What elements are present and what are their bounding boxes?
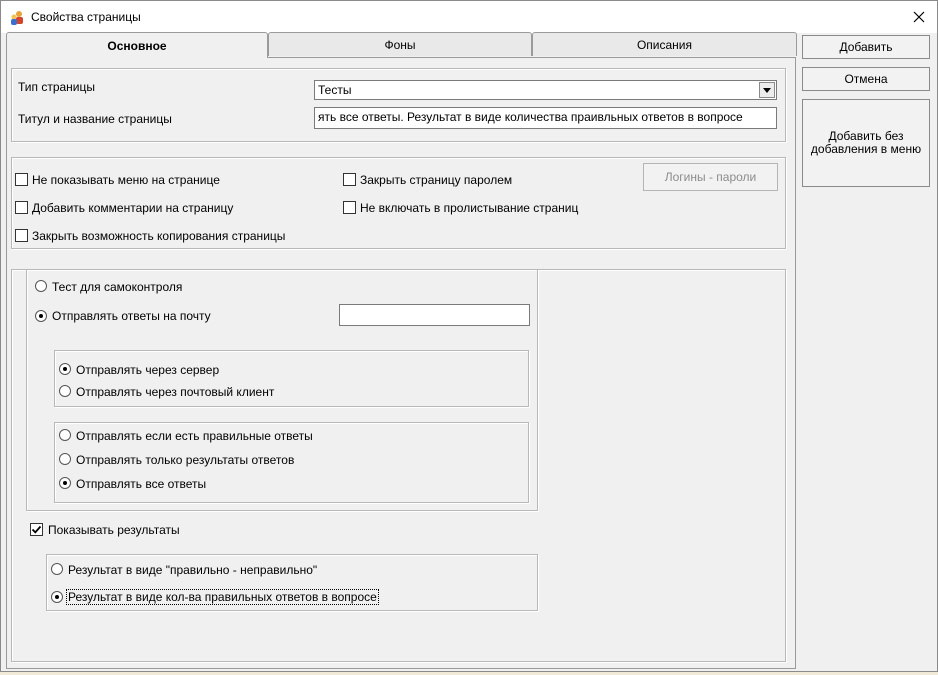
page-title-value: ять все ответы. Результат в виде количес… — [318, 110, 743, 124]
tab-main[interactable]: Основное — [6, 32, 268, 58]
send-via-mail-client-radio[interactable] — [59, 385, 71, 397]
page-title-label: Титул и название страницы — [18, 112, 172, 126]
send-email-label: Отправлять ответы на почту — [52, 309, 211, 323]
page-type-select[interactable]: Тесты — [314, 80, 777, 100]
tab-descriptions-label: Описания — [636, 37, 693, 52]
window-title: Свойства страницы — [31, 10, 141, 24]
disable-copy-label: Закрыть возможность копирования страницы — [32, 229, 286, 243]
tab-descriptions[interactable]: Описания — [532, 32, 797, 56]
cancel-button-label: Отмена — [844, 71, 888, 86]
add-comments-label: Добавить комментарии на страницу — [32, 201, 234, 215]
send-via-mail-client-label: Отправлять через почтовый клиент — [76, 385, 275, 399]
cancel-button[interactable]: Отмена — [802, 67, 930, 91]
exclude-paging-label: Не включать в пролистывание страниц — [360, 201, 579, 215]
send-results-only-label: Отправлять только результаты ответов — [76, 453, 295, 467]
tab-backgrounds-label: Фоны — [384, 37, 416, 52]
self-control-label: Тест для самоконтроля — [52, 280, 183, 294]
send-results-only-radio[interactable] — [59, 453, 71, 465]
send-via-server-label: Отправлять через сервер — [76, 363, 220, 377]
show-results-checkbox[interactable] — [30, 523, 43, 536]
tab-backgrounds[interactable]: Фоны — [268, 32, 532, 56]
send-if-correct-label: Отправлять если есть правильные ответы — [76, 429, 313, 443]
show-results-label: Показывать результаты — [48, 523, 180, 537]
chevron-down-icon[interactable] — [759, 82, 775, 98]
close-button[interactable] — [901, 1, 937, 33]
email-field[interactable] — [339, 304, 530, 326]
add-comments-checkbox[interactable] — [15, 201, 28, 214]
send-if-correct-radio[interactable] — [59, 429, 71, 441]
result-count-correct-radio[interactable] — [51, 591, 63, 603]
result-count-correct-label: Результат в виде кол-ва правильных ответ… — [66, 589, 379, 605]
dialog-window: Свойства страницы Основное Фоны Описания… — [0, 0, 938, 672]
logins-passwords-button[interactable]: Логины - пароли — [643, 163, 778, 191]
hide-menu-label: Не показывать меню на странице — [32, 173, 220, 187]
exclude-paging-checkbox[interactable] — [343, 201, 356, 214]
result-right-wrong-radio[interactable] — [51, 563, 63, 575]
page-type-value: Тесты — [318, 83, 352, 97]
result-right-wrong-label: Результат в виде "правильно - неправильн… — [68, 563, 318, 577]
send-all-answers-label: Отправлять все ответы — [76, 477, 207, 491]
self-control-radio[interactable] — [35, 280, 47, 292]
users-icon — [11, 11, 23, 25]
page-type-label: Тип страницы — [18, 80, 96, 94]
close-icon — [913, 11, 925, 23]
page-title-input[interactable]: ять все ответы. Результат в виде количес… — [314, 107, 777, 129]
password-protect-checkbox[interactable] — [343, 173, 356, 186]
add-without-menu-label: Добавить без добавления в меню — [810, 129, 922, 156]
send-email-radio[interactable] — [35, 310, 47, 322]
logins-passwords-label: Логины - пароли — [664, 169, 757, 184]
tab-main-label: Основное — [107, 38, 167, 53]
add-button[interactable]: Добавить — [802, 35, 930, 59]
hide-menu-checkbox[interactable] — [15, 173, 28, 186]
add-button-label: Добавить — [839, 39, 893, 54]
add-without-menu-button[interactable]: Добавить без добавления в меню — [802, 99, 930, 187]
send-via-server-radio[interactable] — [59, 363, 71, 375]
title-bar[interactable]: Свойства страницы — [1, 1, 937, 33]
password-protect-label: Закрыть страницу паролем — [360, 173, 513, 187]
send-all-answers-radio[interactable] — [59, 477, 71, 489]
checkmark-icon — [31, 525, 42, 534]
disable-copy-checkbox[interactable] — [15, 229, 28, 242]
